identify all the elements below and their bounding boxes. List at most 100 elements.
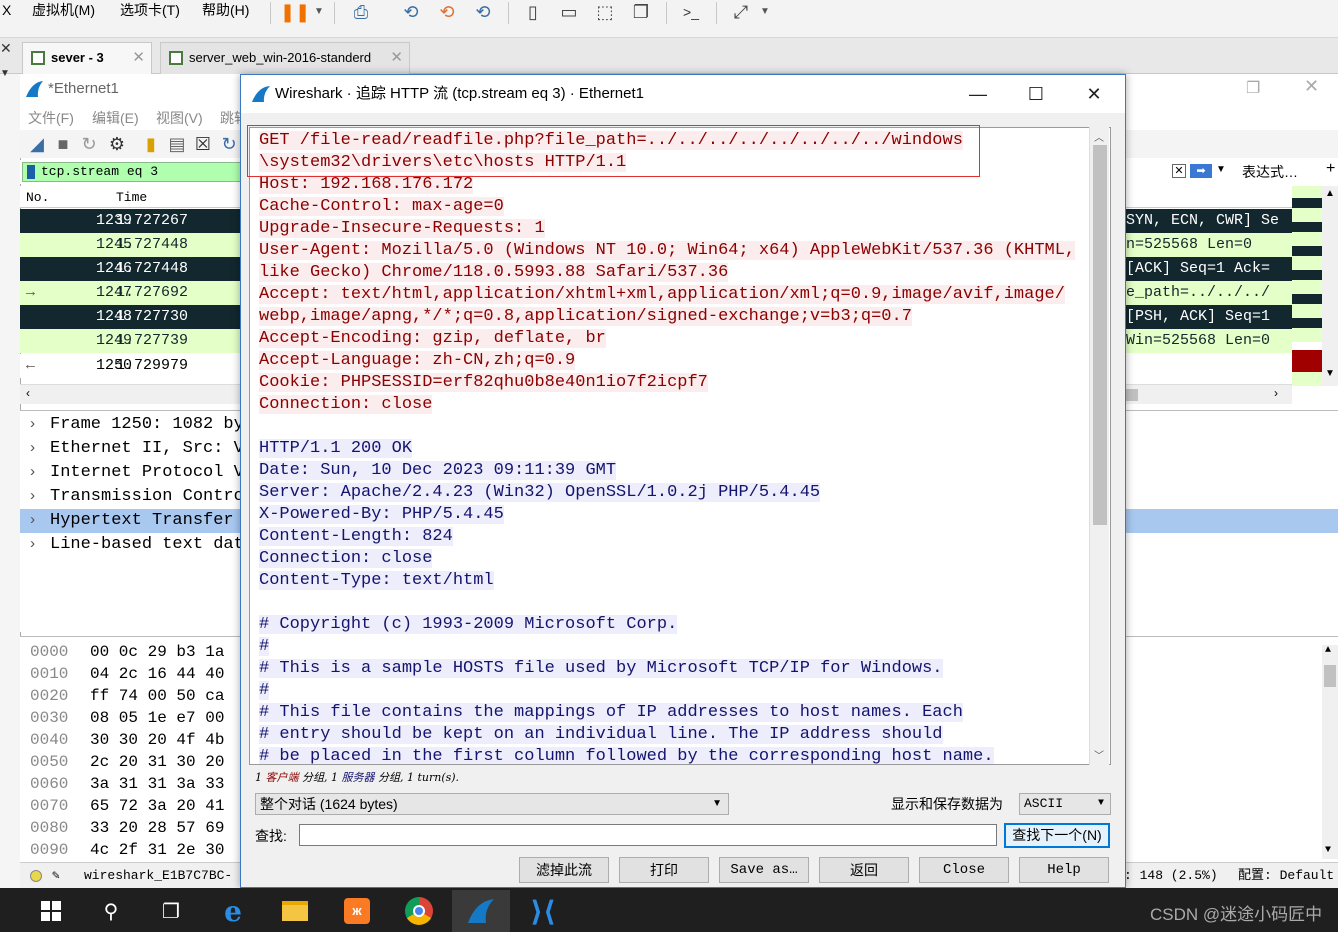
packet-minimap[interactable] (1292, 186, 1322, 386)
menu-help[interactable]: 帮助(H) (202, 0, 249, 20)
close-button[interactable]: Close (919, 857, 1009, 883)
close-file-icon[interactable]: ☒ (190, 132, 216, 156)
xampp-icon[interactable]: ж (328, 890, 386, 932)
chrome-icon[interactable] (390, 890, 448, 932)
conversation-select[interactable]: 整个对话 (1624 bytes) ▼ (255, 793, 729, 815)
start-capture-icon[interactable]: ◢ (24, 132, 50, 156)
save-file-icon[interactable]: ▤ (164, 132, 190, 156)
restart-capture-icon[interactable]: ↻ (76, 132, 102, 156)
hex-row[interactable]: 0050 2c 20 31 30 20 (30, 751, 224, 773)
profile-label[interactable]: 配置: Default (1238, 863, 1334, 889)
detail-row-ethernet[interactable]: › Ethernet II, Src: V (28, 437, 244, 461)
back-button[interactable]: 返回 (819, 857, 909, 883)
menu-edit[interactable]: 编辑(E) (92, 108, 139, 128)
scroll-thumb[interactable] (1124, 389, 1138, 401)
menu-file[interactable]: 文件(F) (28, 108, 74, 128)
expand-arrow-icon[interactable]: › (28, 413, 50, 437)
expand-arrow-icon[interactable]: › (28, 533, 50, 557)
minimize-icon[interactable]: — (949, 75, 1007, 113)
scroll-left-icon[interactable]: ‹ (26, 386, 30, 400)
scroll-down-icon[interactable]: ▼ (1325, 845, 1331, 856)
task-view-icon[interactable]: ❐ (142, 890, 200, 932)
hex-row[interactable]: 0010 04 2c 16 44 40 (30, 663, 224, 685)
tab-server-web[interactable]: server_web_win-2016-standerd ✕ (160, 42, 410, 74)
start-button[interactable] (22, 890, 80, 932)
expand-arrow-icon[interactable]: › (28, 509, 50, 533)
detail-row-text[interactable]: › Line-based text dat (28, 533, 244, 557)
chevron-down-icon[interactable]: ▼ (752, 0, 778, 24)
console-icon[interactable]: >_ (678, 0, 704, 24)
filter-out-stream-button[interactable]: 滤掉此流 (519, 857, 609, 883)
close-icon[interactable]: ✕ (0, 40, 12, 57)
maximize-icon[interactable]: ☐ (1007, 75, 1065, 113)
packet-list-vscroll[interactable]: ▲ ▼ (1322, 186, 1338, 386)
scroll-right-icon[interactable]: › (1274, 386, 1278, 400)
detail-row-tcp[interactable]: › Transmission Contro (28, 485, 244, 509)
hex-row[interactable]: 0030 08 05 1e e7 00 (30, 707, 224, 729)
expand-arrow-icon[interactable]: › (28, 437, 50, 461)
hex-row[interactable]: 0080 33 20 28 57 69 (30, 817, 224, 839)
hex-row[interactable]: 0020 ff 74 00 50 ca (30, 685, 224, 707)
send-keys-icon[interactable]: ⎙ (348, 0, 374, 24)
find-next-button[interactable]: 查找下一个(N) (1004, 823, 1110, 848)
expression-button[interactable]: 表达式… (1242, 162, 1298, 182)
chevron-down-icon[interactable]: ▼ (306, 0, 332, 24)
snapshot-icon[interactable]: ⟲ (398, 0, 424, 24)
snapshot-manager-icon[interactable]: ⟲ (470, 0, 496, 24)
add-filter-button[interactable]: + (1326, 160, 1335, 178)
column-time[interactable]: Time (116, 190, 147, 205)
column-no[interactable]: No. (26, 190, 49, 205)
detail-row-ip[interactable]: › Internet Protocol V (28, 461, 244, 485)
show-as-select[interactable]: ASCII ▼ (1019, 793, 1111, 815)
save-as-button[interactable]: Save as… (719, 857, 809, 883)
stretch-icon[interactable]: ⤢ (728, 0, 754, 24)
scroll-down-icon[interactable]: ﹀ (1094, 747, 1104, 762)
sidebar-view-icon[interactable]: ▯ (520, 0, 546, 24)
close-icon[interactable]: ✕ (390, 43, 403, 73)
scroll-down-icon[interactable]: ▼ (1325, 368, 1335, 379)
pause-icon[interactable]: ❚❚ (280, 0, 310, 24)
capture-options-icon[interactable]: ⚙ (104, 132, 130, 156)
open-file-icon[interactable]: ▮ (138, 132, 164, 156)
menu-tabs[interactable]: 选项卡(T) (120, 0, 180, 20)
detail-row-frame[interactable]: › Frame 1250: 1082 by (28, 413, 244, 437)
revert-snapshot-icon[interactable]: ⟲ (434, 0, 460, 24)
hex-row[interactable]: 0060 3a 31 31 3a 33 (30, 773, 224, 795)
wireshark-taskbar-icon[interactable] (452, 890, 510, 932)
hex-vscroll[interactable]: ▲ ▼ (1322, 645, 1338, 859)
close-icon[interactable]: ✕ (132, 43, 145, 73)
menu-view[interactable]: 视图(V) (156, 108, 203, 128)
stream-vscroll[interactable]: ︿ ﹀ (1089, 127, 1109, 765)
hex-row[interactable]: 0070 65 72 3a 20 41 (30, 795, 224, 817)
clear-filter-icon[interactable]: ✕ (1172, 164, 1186, 178)
expert-info-icon[interactable] (30, 870, 42, 882)
print-button[interactable]: 打印 (619, 857, 709, 883)
stop-capture-icon[interactable]: ■ (50, 132, 76, 156)
hex-row[interactable]: 0000 00 0c 29 b3 1a (30, 641, 224, 663)
vscode-icon[interactable]: ⟩⟨ (514, 890, 572, 932)
scroll-thumb[interactable] (1324, 665, 1336, 687)
scroll-up-icon[interactable]: ▲ (1325, 645, 1331, 656)
edit-comment-icon[interactable]: ✎ (52, 863, 60, 889)
apply-filter-icon[interactable]: ➡ (1190, 164, 1212, 178)
ie-browser-icon[interactable]: e (204, 890, 262, 932)
unity-icon[interactable]: ❐ (628, 0, 654, 24)
expand-arrow-icon[interactable]: › (28, 485, 50, 509)
hex-row[interactable]: 0090 4c 2f 31 2e 30 (30, 839, 224, 861)
restore-icon[interactable]: ❐ (1246, 78, 1260, 98)
detail-row-http[interactable]: › Hypertext Transfer (28, 509, 234, 533)
find-input[interactable] (299, 824, 997, 846)
scroll-up-icon[interactable]: ▲ (1325, 188, 1335, 199)
close-icon[interactable]: ✕ (1304, 76, 1319, 97)
close-icon[interactable]: ✕ (1065, 75, 1123, 113)
bookmark-icon[interactable] (27, 165, 35, 179)
search-icon[interactable]: ⚲ (82, 890, 140, 932)
chevron-down-icon[interactable]: ▼ (1216, 164, 1226, 175)
hex-row[interactable]: 0040 30 30 20 4f 4b (30, 729, 224, 751)
tab-sever-3[interactable]: sever - 3 ✕ (22, 42, 152, 74)
help-button[interactable]: Help (1019, 857, 1109, 883)
file-explorer-icon[interactable] (266, 890, 324, 932)
fullscreen-icon[interactable]: ⬚ (592, 0, 618, 24)
scroll-thumb[interactable] (1093, 145, 1107, 525)
stream-content-area[interactable]: GET /file-read/readfile.php?file_path=..… (249, 127, 1111, 765)
